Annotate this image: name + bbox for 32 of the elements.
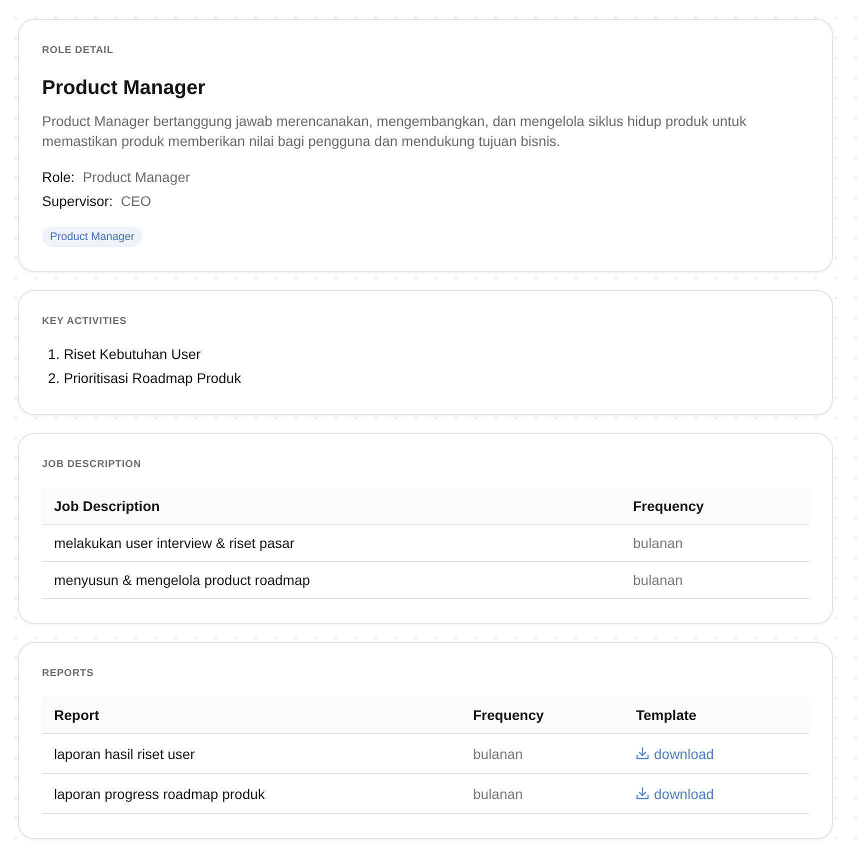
download-icon bbox=[636, 787, 649, 800]
section-label: JOB DESCRIPTION bbox=[42, 458, 142, 472]
role-description: Product Manager bertanggung jawab merencanakan, mengembangkan, dan mengelola siklus hidup produk untuk memastikan produk memberikan nilai bagi pengguna dan mendukung tujuan bisnis. bbox=[42, 112, 748, 151]
table-cell: bulanan bbox=[461, 734, 624, 774]
column-header: Report bbox=[42, 697, 461, 734]
table-cell: laporan hasil riset user bbox=[42, 734, 461, 774]
field-value: CEO bbox=[120, 192, 152, 211]
download-link[interactable]: download bbox=[636, 746, 714, 762]
section-label: ROLE DETAIL bbox=[42, 44, 114, 58]
role-tag: Product Manager bbox=[42, 227, 142, 247]
column-header: Job Description bbox=[42, 488, 621, 525]
list-number: 2. bbox=[48, 369, 60, 388]
table-cell: bulanan bbox=[621, 562, 809, 599]
column-header: Frequency bbox=[621, 488, 809, 525]
download-icon bbox=[636, 747, 649, 760]
table-cell: bulanan bbox=[621, 525, 809, 562]
section-label: REPORTS bbox=[42, 667, 95, 681]
field-label: Supervisor: bbox=[42, 192, 113, 211]
column-header: Frequency bbox=[461, 697, 624, 734]
table-cell: laporan progress roadmap produk bbox=[42, 774, 461, 814]
table-cell: bulanan bbox=[461, 774, 624, 814]
section-label: KEY ACTIVITIES bbox=[42, 315, 128, 329]
field-value: Product Manager bbox=[82, 168, 190, 187]
list-number: 1. bbox=[48, 345, 60, 364]
role-title: Product Manager bbox=[42, 76, 206, 101]
activity-text: Riset Kebutuhan User bbox=[64, 345, 201, 364]
download-link[interactable]: download bbox=[636, 786, 714, 802]
column-header: Template bbox=[624, 697, 809, 734]
table-cell: menyusun & mengelola product roadmap bbox=[42, 562, 621, 599]
table-cell: melakukan user interview & riset pasar bbox=[42, 525, 621, 562]
activity-text: Prioritisasi Roadmap Produk bbox=[64, 369, 242, 388]
field-label: Role: bbox=[42, 168, 75, 187]
